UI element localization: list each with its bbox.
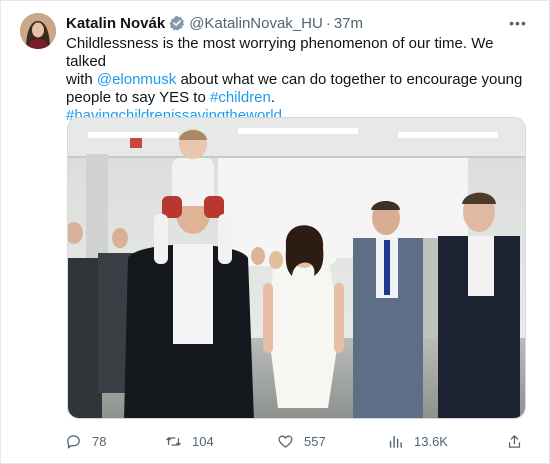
tweet-timestamp[interactable]: 37m [334, 15, 363, 32]
author-handle[interactable]: @KatalinNovak_HU [189, 15, 323, 32]
text-segment: with [66, 71, 97, 88]
hashtag-link[interactable]: #children [210, 89, 271, 106]
retweet-button[interactable]: 104 [165, 429, 214, 453]
tweet-header: Katalin Novák @KatalinNovak_HU · 37m [66, 13, 363, 33]
views-button[interactable]: 13.6K [387, 429, 448, 453]
views-count: 13.6K [414, 433, 448, 449]
share-icon [508, 434, 521, 448]
heart-icon [278, 435, 293, 448]
share-button[interactable] [506, 429, 533, 453]
separator-dot: · [325, 14, 331, 32]
analytics-icon [389, 435, 402, 448]
more-options-icon[interactable]: ••• [506, 13, 530, 33]
mention-link[interactable]: @elonmusk [97, 71, 176, 88]
reply-count: 78 [92, 433, 107, 449]
reply-button[interactable]: 78 [65, 429, 106, 453]
tweet-text-line3: people to say YES to #children. [66, 89, 536, 107]
author-name[interactable]: Katalin Novák [66, 15, 165, 32]
avatar[interactable] [20, 13, 56, 49]
verified-badge-icon [169, 15, 185, 31]
tweet-text-line2: with @elonmusk about what we can do toge… [66, 71, 536, 89]
text-segment: people to say YES to [66, 89, 210, 106]
text-segment: . [270, 89, 276, 106]
tweet-card[interactable]: Katalin Novák @KatalinNovak_HU · 37m •••… [0, 0, 550, 464]
tweet-actions: 78 104 557 13.6K [61, 429, 531, 453]
tweet-text: Childlessness is the most worrying pheno… [66, 35, 536, 125]
like-count: 557 [304, 433, 326, 449]
like-button[interactable]: 557 [277, 429, 326, 453]
tweet-photo[interactable] [67, 117, 526, 419]
retweet-count: 104 [192, 433, 214, 449]
retweet-icon [166, 436, 181, 446]
tweet-text-line1: Childlessness is the most worrying pheno… [66, 35, 494, 70]
text-segment: about what we can do together to encoura… [176, 71, 523, 88]
reply-icon [67, 434, 80, 449]
